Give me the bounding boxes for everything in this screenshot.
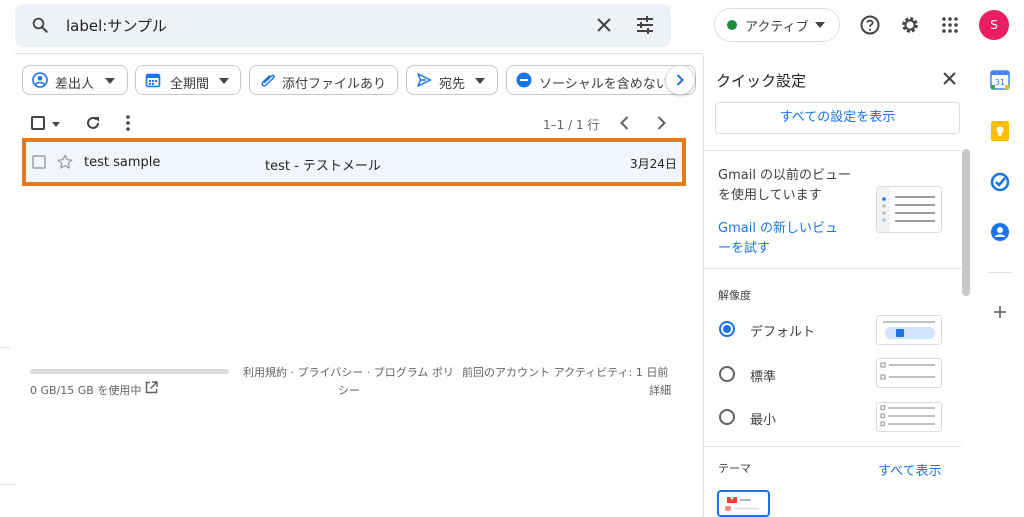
calendar-icon[interactable]: 31	[990, 70, 1010, 90]
divider	[989, 272, 1011, 273]
footer-links[interactable]: 利用規約 · プライバシー · プログラム ポリ	[243, 364, 454, 380]
chevron-down-icon	[815, 22, 825, 28]
panel-title: クイック設定	[716, 72, 807, 90]
refresh-icon[interactable]	[85, 115, 101, 131]
row-checkbox[interactable]	[32, 155, 46, 169]
person-circle-icon	[32, 72, 48, 88]
divider	[703, 446, 961, 447]
chips-scroll-right-button[interactable]	[665, 65, 695, 95]
divider	[0, 347, 10, 348]
minus-circle-icon	[516, 72, 532, 88]
theme-thumbnail[interactable]	[717, 490, 770, 517]
attachment-icon	[259, 72, 277, 88]
density-default-radio[interactable]	[719, 321, 735, 337]
calendar-icon	[145, 72, 161, 88]
divider	[15, 53, 703, 54]
status-indicator	[727, 20, 737, 30]
apps-grid-icon[interactable]	[942, 17, 958, 33]
chip-label: 添付ファイルあり	[282, 77, 387, 92]
chip-from[interactable]: 差出人	[22, 65, 128, 95]
keep-icon[interactable]	[991, 121, 1009, 141]
chip-label: ソーシャルを含めない	[539, 77, 669, 92]
star-icon[interactable]	[57, 154, 73, 170]
chip-to[interactable]: 宛先	[406, 65, 498, 95]
account-activity-details-link[interactable]: 詳細	[649, 382, 671, 398]
storage-usage: 0 GB/15 GB を使用中	[30, 384, 142, 397]
pagination-label: 1–1 / 1 行	[543, 118, 600, 132]
density-option-label: デフォルト	[750, 325, 816, 340]
gear-icon[interactable]	[899, 14, 921, 36]
chevron-left-icon[interactable]	[620, 116, 629, 130]
chevron-down-icon	[475, 78, 485, 84]
more-vertical-icon[interactable]	[126, 115, 130, 131]
tasks-icon[interactable]	[990, 172, 1010, 192]
divider	[0, 484, 15, 485]
theme-section-title: テーマ	[718, 462, 751, 475]
chip-has-attachment[interactable]: 添付ファイルあり	[249, 65, 398, 95]
search-input[interactable]: label:サンプル	[66, 15, 167, 36]
chevron-down-icon	[105, 78, 115, 84]
divider	[703, 150, 961, 151]
density-comfortable-radio[interactable]	[719, 366, 735, 382]
account-activity: 前回のアカウント アクティビティ: 1 日前	[462, 366, 669, 379]
chevron-down-icon	[219, 78, 229, 84]
density-comfortable-thumbnail	[876, 358, 942, 388]
email-subject: test - テストメール	[265, 159, 381, 174]
storage-meter	[30, 369, 229, 374]
email-date: 3月24日	[630, 157, 677, 171]
density-option-label: 標準	[750, 370, 777, 385]
see-all-settings-button[interactable]: すべての設定を表示	[715, 102, 960, 134]
view-description: Gmail の以前のビュー	[718, 168, 852, 183]
try-new-view-link[interactable]: Gmail の新しいビュ	[718, 217, 838, 236]
view-preview-thumbnail	[876, 186, 942, 233]
search-icon[interactable]	[31, 16, 49, 34]
try-new-view-link-continued[interactable]: ーを試す	[718, 237, 770, 256]
panel-scrollbar[interactable]	[962, 149, 970, 296]
select-all-checkbox[interactable]	[31, 116, 45, 130]
close-icon[interactable]	[943, 72, 956, 85]
chevron-right-icon	[676, 74, 684, 86]
close-icon[interactable]	[596, 17, 612, 33]
add-icon[interactable]	[994, 306, 1006, 318]
help-icon[interactable]	[860, 15, 880, 35]
chip-label: 差出人	[55, 77, 95, 92]
status-label: アクティブ	[745, 20, 809, 35]
avatar[interactable]: S	[979, 10, 1009, 40]
calendar-day: 31	[995, 78, 1005, 87]
density-default-thumbnail	[876, 315, 942, 345]
chevron-down-icon[interactable]	[52, 122, 60, 127]
chip-date[interactable]: 全期間	[135, 65, 241, 95]
divider	[703, 268, 961, 269]
chip-label: 宛先	[439, 77, 466, 92]
chevron-right-icon[interactable]	[657, 116, 666, 130]
search-options-icon[interactable]	[635, 15, 655, 35]
chip-label: 全期間	[170, 77, 210, 92]
view-description-continued: を使用しています	[718, 188, 822, 203]
send-icon	[416, 72, 432, 88]
density-compact-radio[interactable]	[719, 409, 735, 425]
email-sender: test sample	[84, 155, 161, 170]
density-section-title: 解像度	[718, 289, 751, 302]
contacts-icon[interactable]	[990, 222, 1010, 242]
density-option-label: 最小	[750, 413, 777, 428]
see-all-themes-link[interactable]: すべて表示	[878, 460, 942, 479]
footer-links-continued[interactable]: シー	[338, 382, 360, 398]
open-in-new-icon[interactable]	[145, 381, 158, 394]
density-compact-thumbnail	[876, 402, 942, 432]
